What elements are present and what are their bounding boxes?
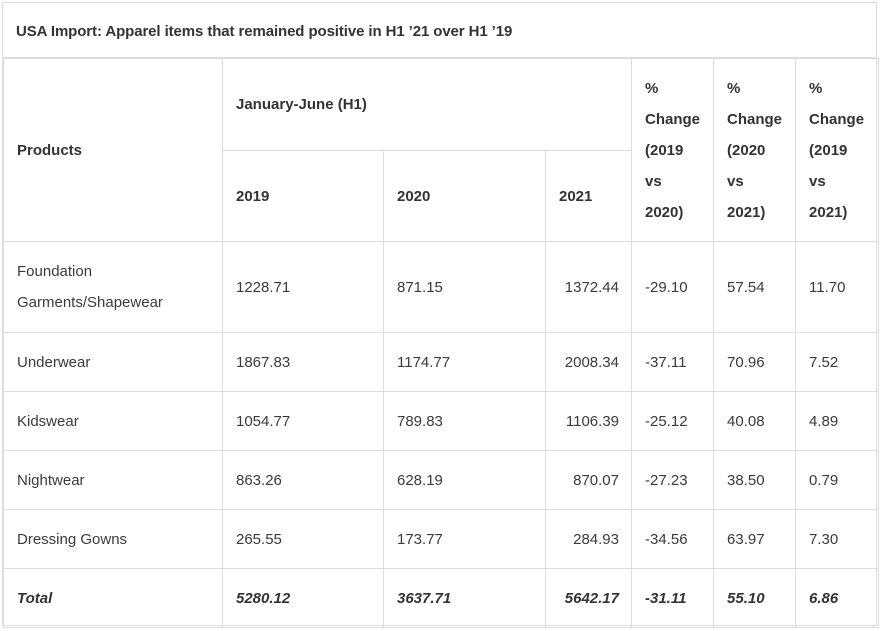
product-cell: Underwear: [3, 332, 223, 392]
header-row-1: Products January-June (H1) % Change (201…: [3, 58, 880, 242]
year-2019-header: 2019: [222, 150, 384, 242]
product-cell: Foundation Garments/Shapewear: [3, 241, 223, 333]
pct-change-2019-2021-header: % Change (2019 vs 2021): [795, 58, 880, 242]
change-2020-2021-cell: 38.50: [713, 450, 797, 510]
change-2019-2021-cell: 0.79: [795, 450, 880, 510]
table-row: Dressing Gowns 265.55 173.77 284.93 -34.…: [3, 509, 880, 569]
change-2019-2020-cell: -34.56: [630, 509, 715, 569]
value-2021-cell: 1106.39: [545, 391, 632, 451]
value-2021-cell: 2008.34: [545, 332, 632, 392]
pct-change-2020-2021-header: % Change (2020 vs 2021): [713, 58, 797, 242]
change-2019-2020-cell: -25.12: [630, 391, 715, 451]
total-row: Total 5280.12 3637.71 5642.17 -31.11 55.…: [3, 568, 880, 628]
total-label: Total: [3, 568, 223, 628]
year-2021-header: 2021: [545, 150, 632, 242]
pct-change-2019-2020-header: % Change (2019 vs 2020): [630, 58, 715, 242]
change-2019-2021-cell: 7.52: [795, 332, 880, 392]
import-table: Products January-June (H1) % Change (201…: [3, 58, 880, 628]
period-header: January-June (H1): [222, 58, 632, 151]
value-2020-cell: 628.19: [383, 450, 546, 510]
total-2020-cell: 3637.71: [383, 568, 546, 628]
product-cell: Dressing Gowns: [3, 509, 223, 569]
table-row: Underwear 1867.83 1174.77 2008.34 -37.11…: [3, 332, 880, 392]
product-cell: Kidswear: [3, 391, 223, 451]
value-2019-cell: 863.26: [222, 450, 384, 510]
value-2020-cell: 789.83: [383, 391, 546, 451]
value-2019-cell: 1228.71: [222, 241, 384, 333]
year-2020-header: 2020: [383, 150, 546, 242]
change-2019-2021-cell: 7.30: [795, 509, 880, 569]
value-2021-cell: 284.93: [545, 509, 632, 569]
total-2021-cell: 5642.17: [545, 568, 632, 628]
change-2020-2021-cell: 57.54: [713, 241, 797, 333]
change-2019-2020-cell: -37.11: [630, 332, 715, 392]
total-change-2020-2021-cell: 55.10: [713, 568, 797, 628]
products-header: Products: [3, 58, 223, 242]
change-2020-2021-cell: 40.08: [713, 391, 797, 451]
value-2020-cell: 173.77: [383, 509, 546, 569]
table-title: USA Import: Apparel items that remained …: [16, 23, 513, 40]
product-cell: Nightwear: [3, 450, 223, 510]
change-2019-2020-cell: -27.23: [630, 450, 715, 510]
table-caption: USA Import: Apparel items that remained …: [3, 3, 876, 58]
value-2020-cell: 871.15: [383, 241, 546, 333]
total-2019-cell: 5280.12: [222, 568, 384, 628]
change-2020-2021-cell: 70.96: [713, 332, 797, 392]
value-2019-cell: 1054.77: [222, 391, 384, 451]
value-2021-cell: 1372.44: [545, 241, 632, 333]
table-row: Foundation Garments/Shapewear 1228.71 87…: [3, 241, 880, 333]
change-2019-2021-cell: 11.70: [795, 241, 880, 333]
total-change-2019-2021-cell: 6.86: [795, 568, 880, 628]
value-2019-cell: 1867.83: [222, 332, 384, 392]
change-2020-2021-cell: 63.97: [713, 509, 797, 569]
change-2019-2021-cell: 4.89: [795, 391, 880, 451]
change-2019-2020-cell: -29.10: [630, 241, 715, 333]
table-row: Kidswear 1054.77 789.83 1106.39 -25.12 4…: [3, 391, 880, 451]
total-change-2019-2020-cell: -31.11: [630, 568, 715, 628]
value-2020-cell: 1174.77: [383, 332, 546, 392]
table-row: Nightwear 863.26 628.19 870.07 -27.23 38…: [3, 450, 880, 510]
value-2019-cell: 265.55: [222, 509, 384, 569]
value-2021-cell: 870.07: [545, 450, 632, 510]
